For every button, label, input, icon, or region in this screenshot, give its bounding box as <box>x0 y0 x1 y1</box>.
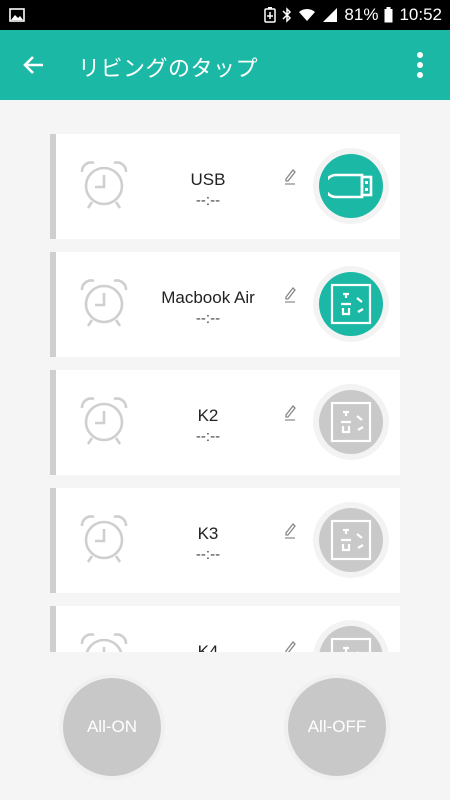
battery-icon <box>384 7 393 23</box>
all-off-button[interactable]: All-OFF <box>288 678 386 776</box>
outlet-icon <box>319 508 383 572</box>
more-options-icon[interactable] <box>416 51 424 84</box>
all-on-button[interactable]: All-ON <box>63 678 161 776</box>
outlet-toggle-button[interactable] <box>313 384 389 460</box>
gallery-icon <box>9 7 25 27</box>
outlet-name: USB <box>190 170 226 189</box>
outlet-timer: --:-- <box>195 310 221 327</box>
edit-pencil-icon[interactable] <box>284 287 296 308</box>
outlet-toggle-button[interactable] <box>313 148 389 224</box>
wifi-icon <box>299 8 316 21</box>
outlet-card: K4 --:-- <box>50 606 400 652</box>
outlet-list[interactable]: USB --:-- Macbook Air --:-- K2 --:-- K3 … <box>50 134 400 652</box>
outlet-icon <box>319 272 383 336</box>
bluetooth-icon <box>282 7 292 23</box>
outlet-name: Macbook Air <box>161 288 255 307</box>
back-arrow-icon[interactable] <box>22 53 46 82</box>
signal-icon <box>323 8 338 22</box>
alarm-clock-icon[interactable] <box>78 512 130 569</box>
outlet-name: K3 <box>197 524 219 543</box>
clock: 10:52 <box>399 5 442 24</box>
outlet-timer: --:-- <box>195 546 221 563</box>
outlet-toggle-button[interactable] <box>313 620 389 652</box>
edit-pencil-icon[interactable] <box>284 405 296 426</box>
outlet-card: K2 --:-- <box>50 370 400 475</box>
outlet-toggle-button[interactable] <box>313 266 389 342</box>
page-title: リビングのタップ <box>78 56 259 81</box>
outlet-name: K4 <box>197 642 219 652</box>
status-bar: 81% 10:52 <box>0 0 450 30</box>
outlet-icon <box>319 626 383 652</box>
outlet-toggle-button[interactable] <box>313 502 389 578</box>
app-bar: リビングのタップ <box>0 30 450 100</box>
edit-pencil-icon[interactable] <box>284 641 296 652</box>
outlet-name: K2 <box>197 406 219 425</box>
battery-percent: 81% <box>344 5 379 24</box>
outlet-card: USB --:-- <box>50 134 400 239</box>
outlet-timer: --:-- <box>195 192 221 209</box>
edit-pencil-icon[interactable] <box>284 169 296 190</box>
alarm-clock-icon[interactable] <box>78 394 130 451</box>
alarm-clock-icon[interactable] <box>78 158 130 215</box>
alarm-clock-icon[interactable] <box>78 276 130 333</box>
usb-icon <box>319 154 383 218</box>
alarm-clock-icon[interactable] <box>78 630 130 652</box>
outlet-icon <box>319 390 383 454</box>
outlet-card: K3 --:-- <box>50 488 400 593</box>
outlet-card: Macbook Air --:-- <box>50 252 400 357</box>
edit-pencil-icon[interactable] <box>284 523 296 544</box>
outlet-timer: --:-- <box>195 428 221 445</box>
battery-saver-icon <box>264 7 277 23</box>
